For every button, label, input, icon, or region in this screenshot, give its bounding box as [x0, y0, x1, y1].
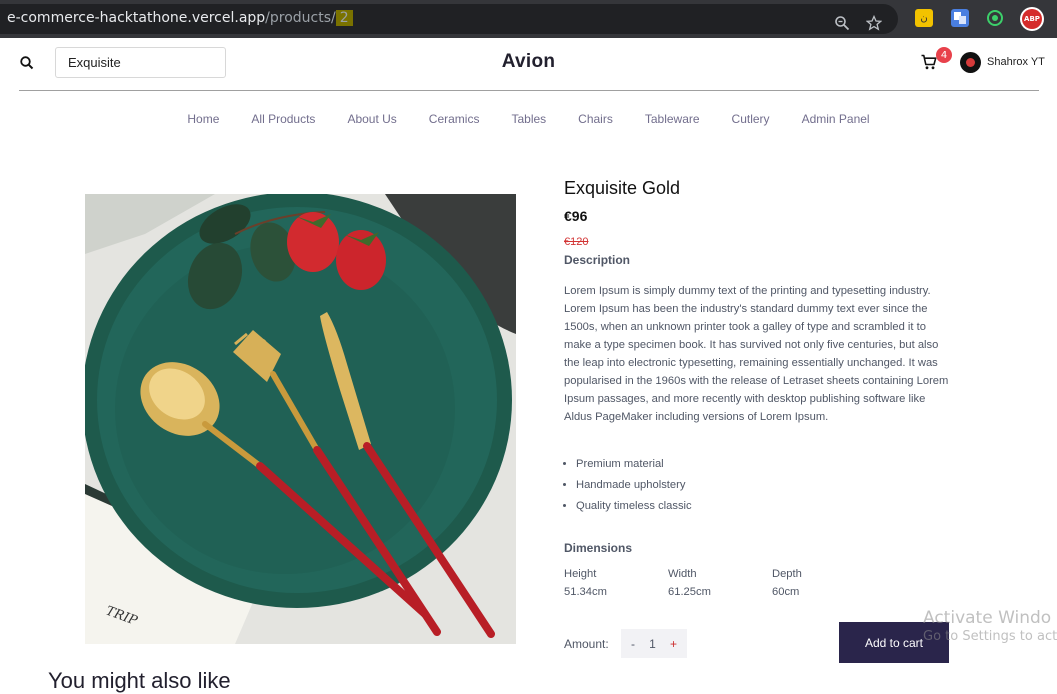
nav-home[interactable]: Home	[187, 112, 219, 126]
search-input[interactable]	[55, 47, 226, 78]
dimension-depth: Depth 60cm	[772, 565, 802, 601]
brand-logo[interactable]: Avion	[502, 51, 556, 72]
dimension-height: Height 51.34cm	[564, 565, 607, 601]
nav-admin-panel[interactable]: Admin Panel	[802, 112, 870, 126]
product-original-price: €120	[564, 236, 589, 248]
bookmark-star-icon[interactable]	[864, 13, 884, 33]
product-description: Lorem Ipsum is simply dummy text of the …	[564, 285, 949, 423]
quantity-value: 1	[649, 636, 656, 651]
nav-cutlery[interactable]: Cutlery	[732, 112, 770, 126]
dimension-width: Width 61.25cm	[668, 565, 711, 601]
category-nav: Home All Products About Us Ceramics Tabl…	[0, 112, 1057, 126]
description-heading: Description	[564, 253, 631, 267]
related-products-heading: You might also like	[48, 668, 231, 693]
dimension-value: 60cm	[772, 586, 800, 598]
search-icon[interactable]	[19, 55, 35, 71]
product-image: TRIP	[85, 194, 516, 644]
browser-toolbar: e-commerce-hacktathone.vercel.app/produc…	[0, 0, 1057, 38]
dimensions-heading: Dimensions	[564, 541, 633, 555]
nav-tables[interactable]: Tables	[511, 112, 546, 126]
feature-item: Handmade upholstery	[576, 477, 692, 498]
product-title: Exquisite Gold	[564, 178, 681, 198]
user-name[interactable]: Shahrox YT	[987, 56, 1045, 68]
translate-extension-icon[interactable]	[951, 9, 969, 27]
quantity-stepper: - 1 +	[621, 629, 687, 658]
dimension-label: Height	[564, 568, 597, 580]
feature-list: Premium material Handmade upholstery Qua…	[576, 456, 692, 519]
zoom-icon[interactable]	[832, 13, 852, 33]
nav-about-us[interactable]: About Us	[347, 112, 396, 126]
nav-ceramics[interactable]: Ceramics	[429, 112, 480, 126]
product-price: €96	[564, 208, 588, 224]
cart-count-badge: 4	[936, 47, 952, 63]
record-extension-icon[interactable]	[986, 9, 1004, 27]
dimension-value: 61.25cm	[668, 586, 711, 598]
feature-item: Premium material	[576, 456, 692, 477]
extension-yellow-icon[interactable]: ن	[915, 9, 933, 27]
increase-quantity-button[interactable]: +	[670, 637, 677, 651]
nav-all-products[interactable]: All Products	[251, 112, 315, 126]
feature-item: Quality timeless classic	[576, 498, 692, 519]
nav-chairs[interactable]: Chairs	[578, 112, 613, 126]
dimension-label: Width	[668, 568, 697, 580]
dimension-value: 51.34cm	[564, 586, 607, 598]
decrease-quantity-button[interactable]: -	[631, 637, 635, 651]
address-bar[interactable]: e-commerce-hacktathone.vercel.app/produc…	[0, 4, 898, 34]
header-divider	[19, 90, 1039, 91]
user-avatar[interactable]	[960, 52, 981, 73]
amount-label: Amount:	[564, 637, 609, 651]
nav-tableware[interactable]: Tableware	[645, 112, 700, 126]
url-text: e-commerce-hacktathone.vercel.app/produc…	[7, 10, 353, 26]
adblock-icon[interactable]: ABP	[1020, 7, 1044, 31]
windows-activation-watermark: Activate Windo Go to Settings to act	[923, 608, 1057, 644]
dimension-label: Depth	[772, 568, 802, 580]
